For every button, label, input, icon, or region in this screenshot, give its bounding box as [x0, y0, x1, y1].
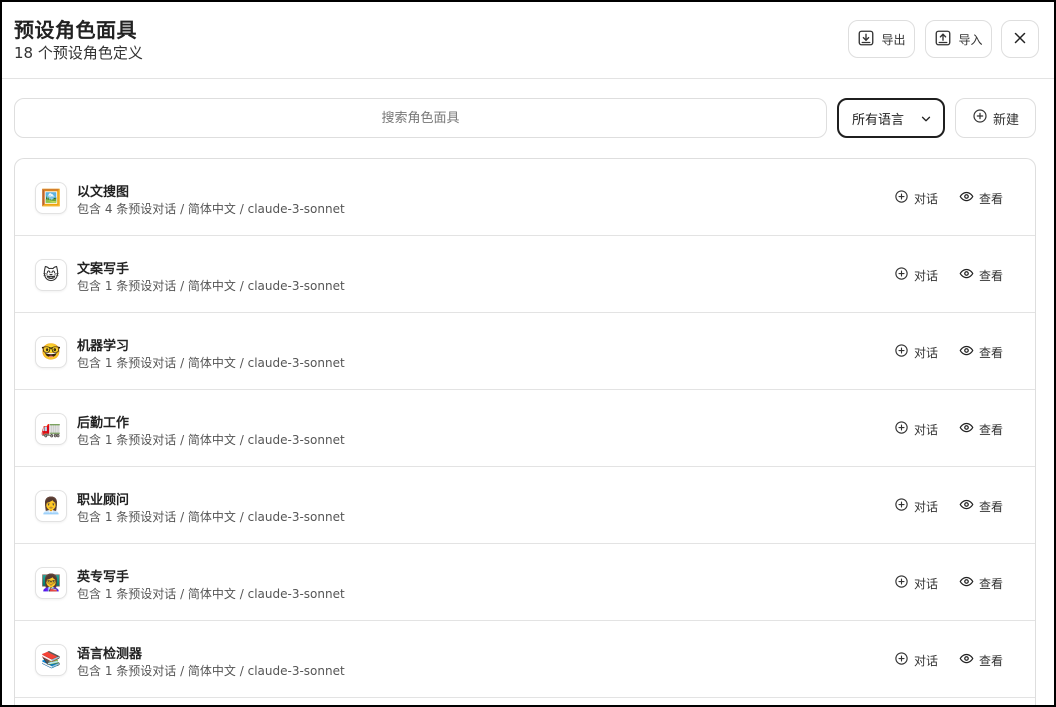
add-circle-icon	[894, 420, 909, 438]
mask-description: 包含 1 条预设对话 / 简体中文 / claude-3-sonnet	[77, 279, 345, 293]
view-label: 查看	[979, 653, 1004, 668]
chat-button[interactable]: 对话	[894, 266, 938, 284]
chat-label: 对话	[914, 422, 939, 437]
close-button[interactable]	[1001, 20, 1039, 58]
mask-name: 机器学习	[77, 339, 130, 354]
add-circle-icon	[894, 343, 909, 361]
mask-name: 后勤工作	[77, 416, 130, 431]
eye-icon	[959, 189, 974, 207]
mask-description: 包含 4 条预设对话 / 简体中文 / claude-3-sonnet	[77, 202, 345, 216]
mask-avatar: 👩‍💼	[35, 490, 67, 522]
eye-icon	[959, 420, 974, 438]
new-mask-label: 新建	[992, 112, 1019, 128]
eye-icon	[959, 651, 974, 669]
mask-description: 包含 1 条预设对话 / 简体中文 / claude-3-sonnet	[77, 510, 345, 524]
search-input[interactable]	[14, 98, 827, 138]
mask-avatar: 👩‍🏫	[35, 567, 67, 599]
mask-row: 🚛 后勤工作 包含 1 条预设对话 / 简体中文 / claude-3-sonn…	[15, 390, 1035, 467]
mask-description: 包含 1 条预设对话 / 简体中文 / claude-3-sonnet	[77, 356, 345, 370]
mask-row: 😸 文案写手 包含 1 条预设对话 / 简体中文 / claude-3-sonn…	[15, 236, 1035, 313]
mask-description: 包含 1 条预设对话 / 简体中文 / claude-3-sonnet	[77, 664, 345, 678]
mask-row: 👩‍💼 职业顾问 包含 1 条预设对话 / 简体中文 / claude-3-so…	[15, 467, 1035, 544]
chat-label: 对话	[914, 345, 939, 360]
mask-row: 🤓 机器学习 包含 1 条预设对话 / 简体中文 / claude-3-sonn…	[15, 313, 1035, 390]
chat-label: 对话	[914, 191, 939, 206]
add-circle-icon	[894, 651, 909, 669]
view-label: 查看	[979, 345, 1004, 360]
export-button[interactable]: 导出	[848, 20, 915, 58]
chat-button[interactable]: 对话	[894, 189, 938, 207]
chat-label: 对话	[914, 268, 939, 283]
mask-row: 🖼️ 以文搜图 包含 4 条预设对话 / 简体中文 / claude-3-son…	[15, 159, 1035, 236]
view-button[interactable]: 查看	[959, 651, 1003, 669]
eye-icon	[959, 574, 974, 592]
view-button[interactable]: 查看	[959, 420, 1003, 438]
mask-list: 🖼️ 以文搜图 包含 4 条预设对话 / 简体中文 / claude-3-son…	[14, 158, 1036, 705]
add-circle-icon	[894, 574, 909, 592]
eye-icon	[959, 343, 974, 361]
view-label: 查看	[979, 422, 1004, 437]
add-circle-icon	[894, 189, 909, 207]
chat-button[interactable]: 对话	[894, 574, 938, 592]
view-label: 查看	[979, 576, 1004, 591]
chat-button[interactable]: 对话	[894, 343, 938, 361]
chat-label: 对话	[914, 576, 939, 591]
mask-avatar: 🤓	[35, 336, 67, 368]
page-title: 预设角色面具	[14, 18, 137, 42]
page-subtitle: 18 个预设角色定义	[14, 44, 143, 62]
view-button[interactable]: 查看	[959, 266, 1003, 284]
view-button[interactable]: 查看	[959, 574, 1003, 592]
chat-button[interactable]: 对话	[894, 497, 938, 515]
mask-name: 以文搜图	[77, 185, 130, 200]
mask-name: 文案写手	[77, 262, 130, 277]
add-circle-icon	[972, 108, 988, 128]
mask-row: 👩‍🏫 英专写手 包含 1 条预设对话 / 简体中文 / claude-3-so…	[15, 544, 1035, 621]
mask-avatar: 😸	[35, 259, 67, 291]
chat-label: 对话	[914, 499, 939, 514]
chat-label: 对话	[914, 653, 939, 668]
mask-name: 职业顾问	[77, 493, 130, 508]
mask-avatar: 🖼️	[35, 182, 67, 214]
close-icon	[1011, 29, 1029, 50]
mask-row: 📚 语言检测器 包含 1 条预设对话 / 简体中文 / claude-3-son…	[15, 621, 1035, 698]
mask-description: 包含 1 条预设对话 / 简体中文 / claude-3-sonnet	[77, 587, 345, 601]
new-mask-button[interactable]: 新建	[955, 98, 1036, 138]
view-button[interactable]: 查看	[959, 343, 1003, 361]
chat-button[interactable]: 对话	[894, 651, 938, 669]
mask-name: 语言检测器	[77, 647, 143, 662]
eye-icon	[959, 266, 974, 284]
language-select[interactable]: 所有语言	[837, 98, 945, 138]
view-label: 查看	[979, 268, 1004, 283]
add-circle-icon	[894, 497, 909, 515]
dialog-header: 预设角色面具 18 个预设角色定义 导出 导入	[2, 2, 1054, 79]
chat-button[interactable]: 对话	[894, 420, 938, 438]
download-icon	[857, 29, 875, 50]
view-button[interactable]: 查看	[959, 497, 1003, 515]
chevron-down-icon	[919, 112, 933, 126]
view-button[interactable]: 查看	[959, 189, 1003, 207]
import-button[interactable]: 导入	[925, 20, 992, 58]
language-select-value: 所有语言	[852, 112, 905, 128]
eye-icon	[959, 497, 974, 515]
mask-description: 包含 1 条预设对话 / 简体中文 / claude-3-sonnet	[77, 433, 345, 447]
add-circle-icon	[894, 266, 909, 284]
mask-name: 英专写手	[77, 570, 130, 585]
view-label: 查看	[979, 191, 1004, 206]
mask-avatar: 📚	[35, 644, 67, 676]
export-label: 导出	[881, 32, 906, 47]
upload-icon	[934, 29, 952, 50]
mask-avatar: 🚛	[35, 413, 67, 445]
import-label: 导入	[958, 32, 983, 47]
view-label: 查看	[979, 499, 1004, 514]
mask-dialog: 预设角色面具 18 个预设角色定义 导出 导入 搜索角色面具 所有语言 新建 🖼…	[0, 0, 1056, 707]
